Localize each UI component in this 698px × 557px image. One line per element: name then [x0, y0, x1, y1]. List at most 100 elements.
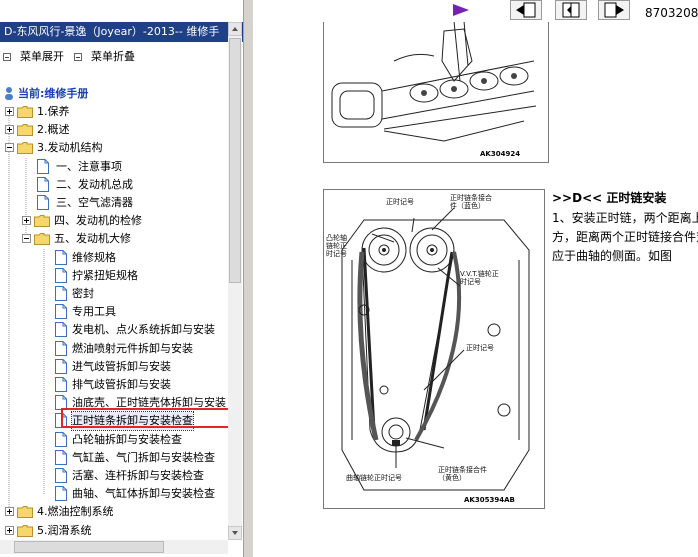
expand-icon[interactable] — [5, 125, 14, 134]
folder-icon — [34, 215, 50, 227]
current-location-label: 当前:维修手册 — [18, 87, 89, 100]
tree-item[interactable]: 维修规格 — [0, 249, 228, 267]
document-icon — [55, 341, 67, 356]
tree-item-label: 凸轮轴拆卸与安装检查 — [72, 433, 182, 446]
tree-item-label: 燃油喷射元件拆卸与安装 — [72, 342, 193, 355]
tree-item[interactable]: 三、空气滤清器 — [0, 194, 228, 212]
document-icon — [55, 359, 67, 374]
tree-item-label: 三、空气滤清器 — [56, 196, 133, 209]
current-location: 当前:维修手册 — [4, 86, 88, 102]
double-page-icon — [562, 2, 580, 18]
tree-item-label: 2.概述 — [37, 123, 70, 136]
tree-item[interactable]: 4.燃油控制系统 — [0, 503, 228, 521]
tree-item-label: 发电机、点火系统拆卸与安装 — [72, 323, 215, 336]
tree-item-label: 1.保养 — [37, 105, 70, 118]
document-icon — [55, 468, 67, 483]
label-chain-link-blue: 正时链条接合件（蓝色） — [450, 194, 492, 210]
tree-item[interactable]: 专用工具 — [0, 303, 228, 321]
double-page-button[interactable] — [555, 0, 587, 20]
folder-icon — [17, 506, 33, 518]
figure2-code: AK305394AB — [464, 496, 515, 504]
document-icon — [55, 322, 67, 337]
tree-item-label: 五、发动机大修 — [54, 232, 131, 245]
tree-item-label: 排气歧管拆卸与安装 — [72, 378, 171, 391]
pane-splitter[interactable] — [243, 0, 253, 557]
tree-item-label: 活塞、连杆拆卸与安装检查 — [72, 469, 204, 482]
tree-item-label: 专用工具 — [72, 305, 116, 318]
tree-item[interactable]: 拧紧扭矩规格 — [0, 267, 228, 285]
scroll-thumb[interactable] — [229, 38, 241, 283]
folder-icon — [17, 525, 33, 537]
collapse-icon[interactable] — [5, 143, 14, 152]
scroll-down-button[interactable] — [228, 526, 242, 540]
camshaft-tool-illustration: AK304924 — [331, 22, 537, 158]
folder-icon — [34, 233, 50, 245]
scroll-up-button[interactable] — [228, 22, 242, 36]
tree-item[interactable]: 1.保养 — [0, 103, 228, 121]
figure-camshaft-tool: AK304924 — [323, 22, 549, 163]
tree-item[interactable]: 3.发动机结构 — [0, 139, 228, 157]
tree-item-label: 一、注意事项 — [56, 160, 122, 173]
folder-icon — [17, 142, 33, 154]
document-icon — [55, 250, 67, 265]
tree-item-label: 维修规格 — [72, 251, 116, 264]
collapse-icon[interactable] — [22, 234, 31, 243]
expand-icon[interactable] — [5, 526, 14, 535]
highlight-box — [61, 408, 233, 428]
arrow-up-icon — [232, 27, 238, 31]
expand-icon[interactable] — [5, 107, 14, 116]
tree-item[interactable]: 五、发动机大修 — [0, 230, 228, 248]
document-icon — [37, 177, 49, 192]
menu-collapse-button[interactable]: 菜单折叠 — [74, 48, 135, 66]
next-page-button[interactable] — [598, 0, 630, 20]
expand-icon[interactable] — [5, 507, 14, 516]
menu-row: 菜单展开 菜单折叠 — [0, 48, 243, 66]
document-icon — [55, 486, 67, 501]
menu-collapse-label: 菜单折叠 — [91, 50, 135, 63]
folder-icon — [17, 124, 33, 136]
page-prev-icon — [516, 2, 536, 18]
tree-item-label: 气缸盖、气门拆卸与安装检查 — [72, 451, 215, 464]
play-icon[interactable] — [452, 3, 470, 17]
hscroll-thumb[interactable] — [14, 541, 164, 553]
tree-item-label: 3.发动机结构 — [37, 141, 103, 154]
figure-timing-chain: AK305394AB 正时记号 正时链条接合件（蓝色） 凸轮轴链轮正时记号 V.… — [323, 189, 545, 509]
tree-item[interactable]: 5.润滑系统 — [0, 522, 228, 540]
menu-expand-label: 菜单展开 — [20, 50, 64, 63]
expand-icon[interactable] — [22, 216, 31, 225]
tree-item[interactable]: 燃油喷射元件拆卸与安装 — [0, 340, 228, 358]
tree-item[interactable]: 曲轴、气缸体拆卸与安装检查 — [0, 485, 228, 503]
tree-item[interactable]: 2.概述 — [0, 121, 228, 139]
label-timing-mark-mid: 正时记号 — [466, 344, 494, 352]
label-vvt-mark: V.V.T.链轮正时记号 — [460, 270, 499, 286]
tree-item[interactable]: 排气歧管拆卸与安装 — [0, 376, 228, 394]
manual-title: D-东风风行-景逸（Joyear）-2013-- 维修手 — [0, 22, 243, 42]
timing-chain-illustration: AK305394AB — [341, 207, 530, 504]
manual-tree: 1.保养 2.概述 3.发动机结构一、注意事项二、发动机总成三、空气滤清器四、发动机… — [0, 103, 228, 540]
tree-item[interactable]: 凸轮轴拆卸与安装检查 — [0, 431, 228, 449]
label-crank-sprocket-mark: 曲轴链轮正时记号 — [346, 474, 402, 482]
navigation-pane: D-东风风行-景逸（Joyear）-2013-- 维修手 菜单展开 菜单折叠 当… — [0, 0, 243, 557]
document-icon — [37, 195, 49, 210]
tree-item[interactable]: 活塞、连杆拆卸与安装检查 — [0, 467, 228, 485]
tree-item[interactable]: 一、注意事项 — [0, 158, 228, 176]
tree-horizontal-scrollbar[interactable] — [0, 540, 228, 554]
step-title: >>D<< 正时链安装 — [552, 191, 667, 205]
tree-item[interactable]: 气缸盖、气门拆卸与安装检查 — [0, 449, 228, 467]
document-icon — [37, 159, 49, 174]
tree-vertical-scrollbar[interactable] — [228, 22, 242, 540]
tree-item-label: 5.润滑系统 — [37, 524, 92, 537]
label-timing-mark-top: 正时记号 — [386, 198, 414, 206]
tree-item[interactable]: 二、发动机总成 — [0, 176, 228, 194]
user-icon — [5, 87, 13, 100]
topbar-code: 87032085 — [645, 6, 698, 20]
tree-item[interactable]: 进气歧管拆卸与安装 — [0, 358, 228, 376]
tree-item-label: 密封 — [72, 287, 94, 300]
tree-item[interactable]: 四、发动机的检修 — [0, 212, 228, 230]
tree-item[interactable]: 密封 — [0, 285, 228, 303]
tree-item[interactable]: 发电机、点火系统拆卸与安装 — [0, 321, 228, 339]
menu-expand-button[interactable]: 菜单展开 — [3, 48, 64, 66]
menu-expand-icon — [3, 53, 11, 61]
content-pane: AK304924 AK305394AB 正时记号 正时链条接合件（蓝色） 凸轮轴… — [253, 22, 698, 557]
prev-page-button[interactable] — [510, 0, 542, 20]
